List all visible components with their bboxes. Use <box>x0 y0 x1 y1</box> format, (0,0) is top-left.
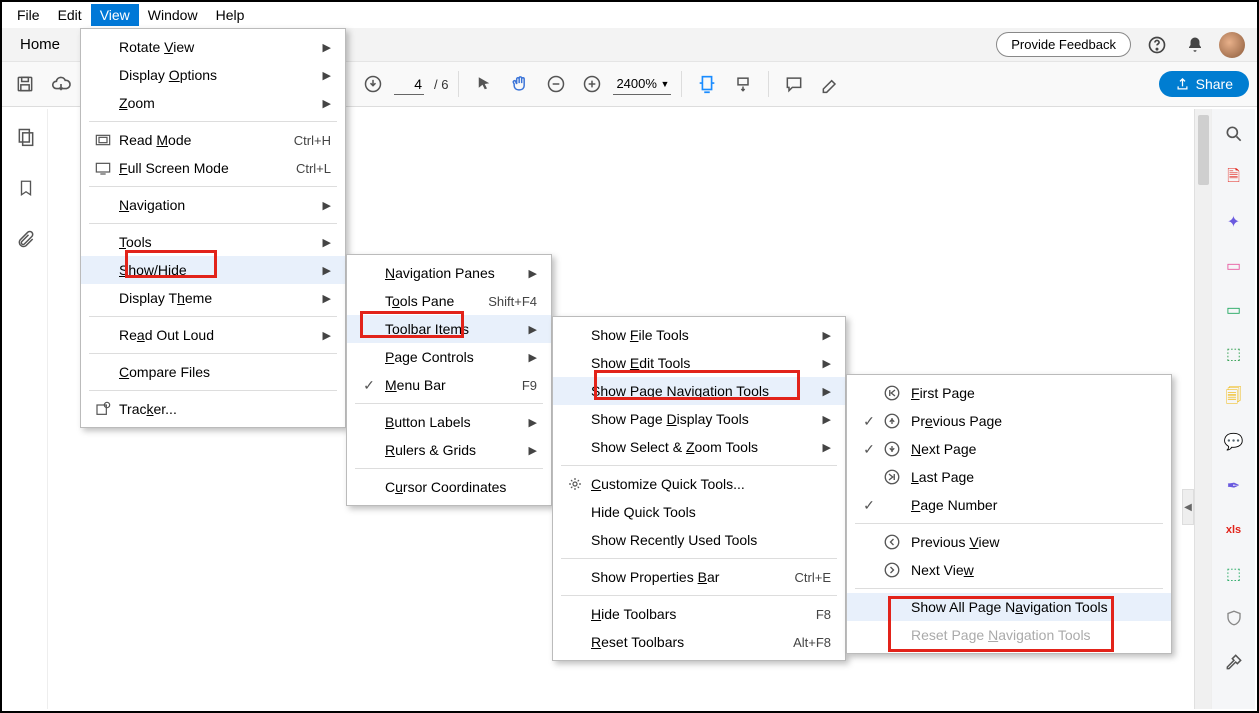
menu-page-number[interactable]: ✓Page Number <box>847 491 1171 519</box>
right-expand-handle[interactable]: ◀ <box>1182 489 1194 525</box>
hand-icon[interactable] <box>505 69 535 99</box>
menu-view[interactable]: View <box>91 4 139 26</box>
comment-tool-icon[interactable]: ▭ <box>1223 299 1245 321</box>
page-number-input[interactable] <box>394 73 424 95</box>
thumbnails-icon[interactable] <box>16 127 36 150</box>
menu-show-edit-tools[interactable]: Show Edit Tools▶ <box>553 349 845 377</box>
menu-window[interactable]: Window <box>139 4 207 26</box>
menu-navigation-panes[interactable]: Navigation Panes▶ <box>347 259 551 287</box>
help-icon[interactable] <box>1143 31 1171 59</box>
menu-last-page[interactable]: Last Page <box>847 463 1171 491</box>
left-rail <box>4 109 48 709</box>
menu-show-page-display-tools[interactable]: Show Page Display Tools▶ <box>553 405 845 433</box>
more-tools-icon[interactable] <box>1223 651 1245 673</box>
page-total-label: / 6 <box>434 77 448 92</box>
menu-show-page-navigation-tools[interactable]: Show Page Navigation Tools▶ <box>553 377 845 405</box>
menu-read-out-loud[interactable]: Read Out Loud▶ <box>81 321 345 349</box>
menu-edit[interactable]: Edit <box>49 4 91 26</box>
menu-full-screen[interactable]: Full Screen ModeCtrl+L <box>81 154 345 182</box>
menu-previous-page[interactable]: ✓Previous Page <box>847 407 1171 435</box>
menu-display-theme[interactable]: Display Theme▶ <box>81 284 345 312</box>
menu-page-controls[interactable]: Page Controls▶ <box>347 343 551 371</box>
avatar[interactable] <box>1219 32 1245 58</box>
export-pdf-icon[interactable]: 🗎 <box>1223 167 1245 189</box>
menu-compare-files[interactable]: Compare Files <box>81 358 345 386</box>
vertical-scrollbar[interactable] <box>1194 109 1211 709</box>
bell-icon[interactable] <box>1181 31 1209 59</box>
menu-read-mode[interactable]: Read ModeCtrl+H <box>81 126 345 154</box>
menu-tools[interactable]: Tools▶ <box>81 228 345 256</box>
attachment-icon[interactable] <box>16 229 36 252</box>
zoom-in-icon[interactable] <box>577 69 607 99</box>
menu-button-labels[interactable]: Button Labels▶ <box>347 408 551 436</box>
page-navigation-tools-menu: First Page ✓Previous Page ✓Next Page Las… <box>846 374 1172 654</box>
scroll-mode-icon[interactable] <box>728 69 758 99</box>
menu-first-page[interactable]: First Page <box>847 379 1171 407</box>
menu-next-view[interactable]: Next View <box>847 556 1171 584</box>
tab-home[interactable]: Home <box>2 28 78 61</box>
cloud-icon[interactable] <box>46 69 76 99</box>
highlight-icon[interactable] <box>815 69 845 99</box>
menu-show-hide[interactable]: Show/Hide▶ <box>81 256 345 284</box>
menu-navigation[interactable]: Navigation▶ <box>81 191 345 219</box>
share-button[interactable]: Share <box>1159 71 1249 97</box>
menu-show-file-tools[interactable]: Show File Tools▶ <box>553 321 845 349</box>
save-icon[interactable] <box>10 69 40 99</box>
menu-hide-quick-tools[interactable]: Hide Quick Tools <box>553 498 845 526</box>
combine-icon[interactable]: ⬚ <box>1223 343 1245 365</box>
menu-next-page[interactable]: ✓Next Page <box>847 435 1171 463</box>
download-circle-icon[interactable] <box>358 69 388 99</box>
view-menu: Rotate View▶ Display Options▶ Zoom▶ Read… <box>80 28 346 428</box>
menu-menu-bar[interactable]: ✓Menu BarF9 <box>347 371 551 399</box>
toolbar-items-menu: Show File Tools▶ Show Edit Tools▶ Show P… <box>552 316 846 661</box>
menu-show-properties-bar[interactable]: Show Properties BarCtrl+E <box>553 563 845 591</box>
menu-reset-toolbars[interactable]: Reset ToolbarsAlt+F8 <box>553 628 845 656</box>
menu-show-select-zoom-tools[interactable]: Show Select & Zoom Tools▶ <box>553 433 845 461</box>
menu-toolbar-items[interactable]: Toolbar Items▶ <box>347 315 551 343</box>
menubar: File Edit View Window Help <box>2 2 1257 28</box>
shield-icon[interactable] <box>1223 607 1245 629</box>
right-rail: 🗎 ✦ ▭ ▭ ⬚ 🗐 💬 ✒ xls ⬚ <box>1211 109 1255 709</box>
bookmark-icon[interactable] <box>17 178 35 201</box>
zoom-out-icon[interactable] <box>541 69 571 99</box>
menu-customize-quick-tools[interactable]: Customize Quick Tools... <box>553 470 845 498</box>
menu-file[interactable]: File <box>8 4 49 26</box>
comment-icon[interactable] <box>779 69 809 99</box>
menu-tracker[interactable]: Tracker... <box>81 395 345 423</box>
menu-display-options[interactable]: Display Options▶ <box>81 61 345 89</box>
menu-previous-view[interactable]: Previous View <box>847 528 1171 556</box>
organize-icon[interactable]: 🗐 <box>1223 387 1245 409</box>
menu-reset-nav-tools: Reset Page Navigation Tools <box>847 621 1171 649</box>
compress-icon[interactable]: 💬 <box>1223 431 1245 453</box>
menu-help[interactable]: Help <box>207 4 254 26</box>
menu-zoom[interactable]: Zoom▶ <box>81 89 345 117</box>
menu-rulers-grids[interactable]: Rulers & Grids▶ <box>347 436 551 464</box>
protect-icon[interactable]: ⬚ <box>1223 563 1245 585</box>
menu-cursor-coordinates[interactable]: Cursor Coordinates <box>347 473 551 501</box>
menu-hide-toolbars[interactable]: Hide ToolbarsF8 <box>553 600 845 628</box>
create-pdf-icon[interactable]: ▭ <box>1223 255 1245 277</box>
provide-feedback-button[interactable]: Provide Feedback <box>996 32 1131 57</box>
search-icon[interactable] <box>1223 123 1245 145</box>
redact-icon[interactable]: xls <box>1223 519 1245 541</box>
pointer-icon[interactable] <box>469 69 499 99</box>
sign-icon[interactable]: ✒ <box>1223 475 1245 497</box>
zoom-level-select[interactable]: 2400% ▼ <box>613 73 671 95</box>
menu-tools-pane[interactable]: Tools PaneShift+F4 <box>347 287 551 315</box>
show-hide-menu: Navigation Panes▶ Tools PaneShift+F4 Too… <box>346 254 552 506</box>
edit-pdf-icon[interactable]: ✦ <box>1223 211 1245 233</box>
menu-rotate-view[interactable]: Rotate View▶ <box>81 33 345 61</box>
menu-show-recent-tools[interactable]: Show Recently Used Tools <box>553 526 845 554</box>
fit-width-icon[interactable] <box>692 69 722 99</box>
menu-show-all-nav-tools[interactable]: Show All Page Navigation Tools <box>847 593 1171 621</box>
